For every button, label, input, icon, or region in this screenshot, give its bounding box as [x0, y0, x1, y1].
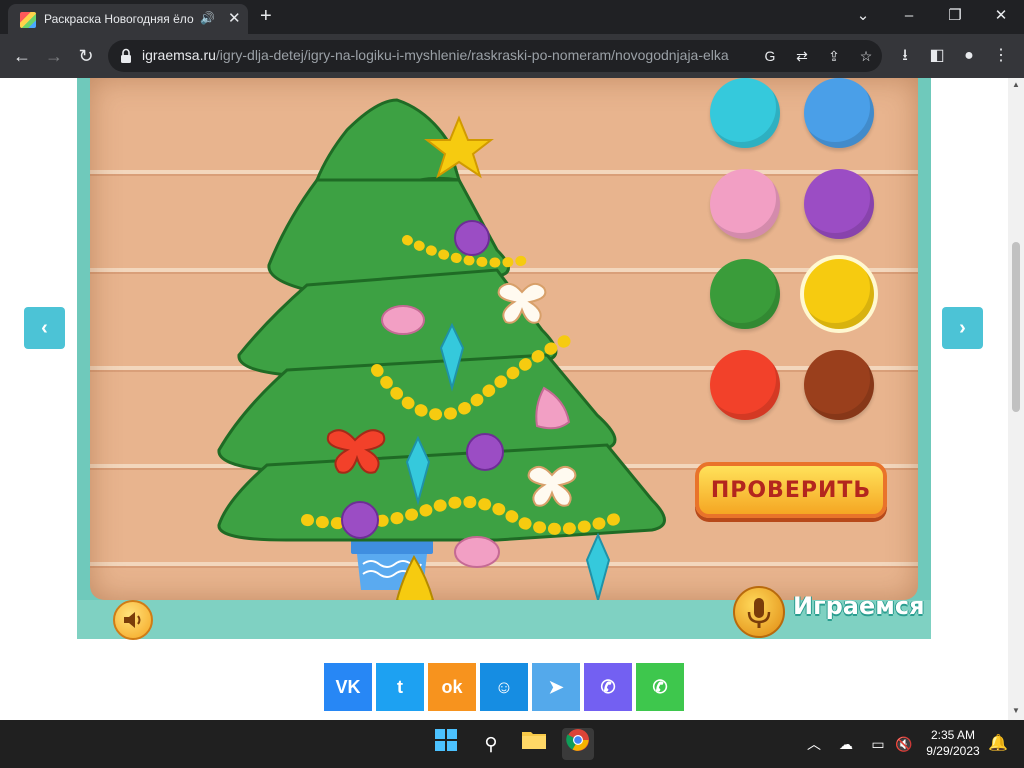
share-twitter-button[interactable]: t: [376, 663, 424, 711]
share-icon[interactable]: ⇪: [824, 46, 844, 66]
new-tab-button[interactable]: +: [260, 5, 272, 27]
browser-tab[interactable]: Раскраска Новогодняя ёлочка 🔊 ✕: [8, 4, 248, 34]
check-button-label: ПРОВЕРИТЬ: [710, 478, 872, 503]
color-swatch-yellow[interactable]: [804, 259, 874, 329]
next-game-button[interactable]: ›: [942, 307, 983, 349]
pot-rim[interactable]: [351, 540, 433, 554]
ornament-pink-bauble[interactable]: [454, 536, 500, 568]
share-viber-button[interactable]: ✆: [584, 663, 632, 711]
browser-title-bar: Раскраска Новогодняя ёлочка 🔊 ✕ + ⌄ – ❐ …: [0, 0, 1024, 34]
file-explorer-icon[interactable]: [518, 728, 550, 760]
scroll-down-arrow-icon[interactable]: ▼: [1011, 706, 1021, 715]
check-button[interactable]: ПРОВЕРИТЬ: [695, 462, 887, 518]
site-favicon-icon: [20, 12, 36, 28]
coloring-game: ПРОВЕРИТЬ Играемся: [77, 78, 931, 640]
notification-bell-icon[interactable]: 🔔: [982, 728, 1014, 760]
speaker-icon[interactable]: 🔊: [200, 11, 215, 25]
translate-icon[interactable]: ⇄: [792, 46, 812, 66]
download-icon[interactable]: ⭳: [893, 44, 917, 68]
share-odnoklassniki-button[interactable]: ok: [428, 663, 476, 711]
restore-button[interactable]: ❐: [940, 4, 970, 28]
windows-start-icon[interactable]: [430, 728, 462, 760]
page-content: ‹ › ПРОВЕРИТЬ Играемся VK t ok ☺ ➤ ✆ ✆: [0, 78, 1008, 720]
scroll-up-arrow-icon[interactable]: ▲: [1011, 80, 1021, 89]
christmas-tree-canvas[interactable]: [197, 78, 717, 600]
bookmark-star-icon[interactable]: ☆: [856, 46, 876, 66]
previous-game-button[interactable]: ‹: [24, 307, 65, 349]
close-tab-icon[interactable]: ✕: [228, 9, 241, 27]
microphone-button[interactable]: [733, 586, 785, 638]
side-panel-icon[interactable]: ◧: [925, 44, 949, 68]
url-text: igraemsa.ru/igry-dlja-detej/igry-na-logi…: [142, 47, 729, 63]
back-arrow-icon[interactable]: ←: [10, 44, 34, 68]
brand-logo[interactable]: Играемся: [793, 592, 925, 620]
forward-arrow-icon[interactable]: →: [42, 44, 66, 68]
share-moi-mir-button[interactable]: ☺: [480, 663, 528, 711]
page-scrollbar[interactable]: ▲ ▼: [1008, 78, 1024, 720]
color-swatch-green[interactable]: [710, 259, 780, 329]
onedrive-icon[interactable]: ☁: [830, 728, 862, 760]
color-swatch-blue[interactable]: [804, 78, 874, 148]
url-host: igraemsa.ru: [142, 47, 216, 63]
reload-icon[interactable]: ↻: [74, 44, 98, 68]
color-swatch-brown[interactable]: [804, 350, 874, 420]
color-swatch-red[interactable]: [710, 350, 780, 420]
volume-muted-icon[interactable]: 🔇: [888, 728, 920, 760]
minimize-button[interactable]: –: [894, 4, 924, 28]
speaker-icon: [124, 612, 141, 628]
tab-list-button[interactable]: ⌄: [848, 4, 878, 28]
menu-icon[interactable]: ⋮: [989, 44, 1013, 68]
sound-toggle-button[interactable]: [113, 600, 153, 640]
chrome-taskbar-icon[interactable]: [562, 728, 594, 760]
close-window-button[interactable]: ✕: [986, 4, 1016, 28]
microphone-icon: [747, 598, 771, 628]
ornament-purple-ball[interactable]: [466, 433, 504, 471]
scroll-thumb[interactable]: [1012, 242, 1020, 412]
color-swatch-purple[interactable]: [804, 169, 874, 239]
google-icon[interactable]: G: [760, 46, 780, 66]
tab-title: Раскраска Новогодняя ёлочка: [44, 12, 194, 26]
profile-icon[interactable]: ●: [957, 44, 981, 68]
color-swatch-cyan[interactable]: [710, 78, 780, 148]
lock-icon: [121, 48, 131, 63]
ornament-blue-icicle[interactable]: [585, 532, 611, 600]
color-swatch-pink[interactable]: [710, 169, 780, 239]
share-whatsapp-button[interactable]: ✆: [636, 663, 684, 711]
clock-date[interactable]: 9/29/2023: [918, 744, 988, 758]
ornament-purple-ball[interactable]: [454, 220, 490, 256]
ornament-pink-bauble[interactable]: [381, 305, 425, 335]
clock-time[interactable]: 2:35 AM: [918, 728, 988, 742]
browser-toolbar: ← → ↻ igraemsa.ru/igry-dlja-detej/igry-n…: [0, 34, 1024, 78]
address-bar[interactable]: igraemsa.ru/igry-dlja-detej/igry-na-logi…: [108, 40, 882, 72]
tray-overflow-chevron-icon[interactable]: ︿: [798, 728, 830, 760]
windows-taskbar: ⚲ ︿ ☁ ▭ 🔇 2:35 AM 9/29/2023 🔔: [0, 720, 1024, 768]
share-telegram-button[interactable]: ➤: [532, 663, 580, 711]
ornament-purple-ball[interactable]: [341, 501, 379, 539]
share-vk-button[interactable]: VK: [324, 663, 372, 711]
url-path: /igry-dlja-detej/igry-na-logiku-i-myshle…: [215, 47, 729, 63]
search-icon[interactable]: ⚲: [475, 728, 507, 760]
